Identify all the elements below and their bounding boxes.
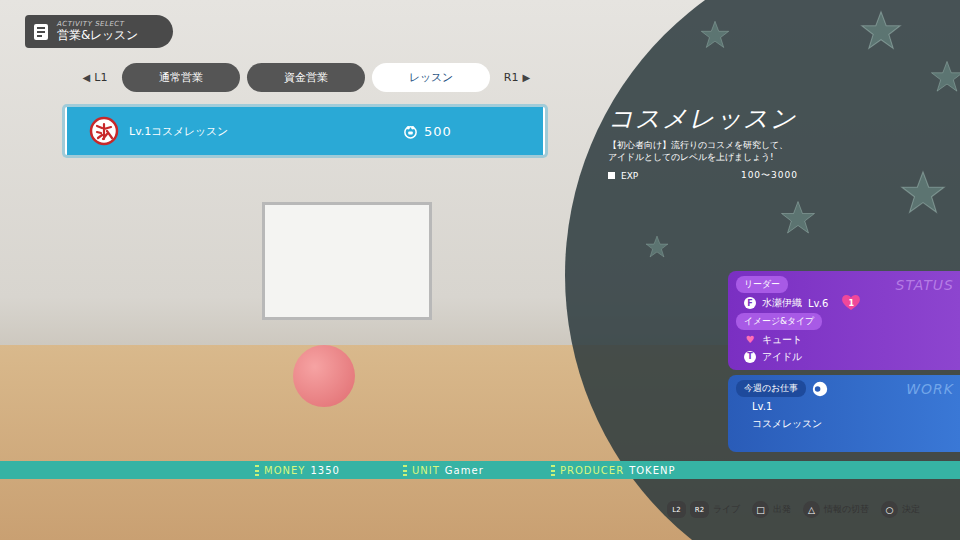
star-icon xyxy=(900,170,946,216)
info-label: PRODUCER xyxy=(560,465,624,476)
tab-bar: ◀L1 通常営業資金営業レッスン R1▶ xyxy=(75,63,570,92)
dots-icon xyxy=(403,465,407,476)
lesson-detail: コスメレッスン【初心者向け】流行りのコスメを研究して、アイドルとしてのレベルを上… xyxy=(570,0,960,182)
work-panel: 今週のお仕事 WORK Lv.1 コスメレッスン xyxy=(728,375,960,452)
header-texts: ACTIVITY SELECT営業&レッスン xyxy=(57,21,138,42)
button-key-icon: ○ xyxy=(881,501,898,518)
star-icon xyxy=(930,60,960,94)
tab[interactable]: レッスン xyxy=(372,63,490,92)
activity-select-screen: ACTIVITY SELECT営業&レッスン ◀L1 通常営業資金営業レッスン R1▶… xyxy=(0,0,960,540)
cost-value: 500 xyxy=(424,124,452,139)
image-type-label: イメージ&タイプ xyxy=(736,313,822,330)
tab[interactable]: 資金営業 xyxy=(247,63,365,92)
star-icon xyxy=(645,235,669,259)
info-value: 1350 xyxy=(310,465,339,476)
right-arrow-icon: ▶ xyxy=(522,72,530,83)
next-tab-button[interactable]: R1▶ xyxy=(497,71,537,84)
info-value: TOKENP xyxy=(629,465,675,476)
status-watermark: STATUS xyxy=(896,277,954,293)
work-head: 今週のお仕事 WORK xyxy=(736,380,954,397)
detail-description: 【初心者向け】流行りのコスメを研究して、アイドルとしてのレベルを上げましょう! xyxy=(608,139,950,163)
detail-title: コスメレッスン xyxy=(608,103,950,135)
main-area: ACTIVITY SELECT営業&レッスン ◀L1 通常営業資金営業レッスン R1▶… xyxy=(0,0,960,461)
dots-icon xyxy=(551,465,555,476)
info-item: MONEY 1350 xyxy=(255,465,403,476)
control-label: 決定 xyxy=(902,503,920,516)
info-item: UNIT Gamer xyxy=(403,465,551,476)
info-label: MONEY xyxy=(264,465,305,476)
lesson-name: Lv.1コスメレッスン xyxy=(129,124,228,139)
control-label: 出発 xyxy=(773,503,791,516)
control-label: 情報の切替 xyxy=(824,503,869,516)
control-hint[interactable]: △ 情報の切替 xyxy=(803,501,869,518)
whiteboard xyxy=(262,202,432,320)
lesson-cost: 500 xyxy=(403,124,529,139)
info-item: PRODUCER TOKENP xyxy=(551,465,676,476)
exp-range: 100〜3000 xyxy=(741,169,798,182)
tab[interactable]: 通常営業 xyxy=(122,63,240,92)
prev-key: L1 xyxy=(94,71,107,84)
heart-count: 1 xyxy=(848,299,854,308)
info-label: UNIT xyxy=(412,465,440,476)
lesson-item[interactable]: Lv.1コスメレッスン 500 xyxy=(65,107,545,155)
control-hints: L2R2 ライブ □ 出発 △ 情報の切替 ○ 決定 xyxy=(0,479,960,540)
control-hint[interactable]: L2R2 ライブ xyxy=(667,501,740,518)
leader-level: Lv.6 xyxy=(808,298,828,309)
cute-heart-icon: ♥ xyxy=(744,334,756,345)
detail-backdrop xyxy=(565,0,960,540)
control-hint[interactable]: □ 出発 xyxy=(752,501,791,518)
header-subtitle: ACTIVITY SELECT xyxy=(57,21,138,29)
exp-square-icon xyxy=(608,172,615,179)
heart-badge: 1 xyxy=(842,295,860,311)
left-column: ACTIVITY SELECT営業&レッスン ◀L1 通常営業資金営業レッスン R1▶… xyxy=(0,0,570,461)
type-value: アイドル xyxy=(762,350,802,364)
button-key-icon: L2 xyxy=(667,501,686,518)
type-badge: T xyxy=(744,351,756,363)
leader-name: 水瀬伊織 xyxy=(762,296,802,310)
work-watermark: WORK xyxy=(906,381,954,397)
status-panel: リーダー STATUS F 水瀬伊織 Lv.6 1 イメージ&タイプ ♥ キュート T アイドル xyxy=(728,271,960,370)
header: ACTIVITY SELECT営業&レッスン xyxy=(25,15,173,48)
status-head: リーダー STATUS xyxy=(736,276,954,293)
content: ACTIVITY SELECT営業&レッスン ◀L1 通常営業資金営業レッスン R1▶… xyxy=(0,0,960,540)
star-icon xyxy=(780,200,816,236)
work-label: 今週のお仕事 xyxy=(736,380,806,397)
header-title: 営業&レッスン xyxy=(57,29,138,42)
type-row: T アイドル xyxy=(736,349,954,364)
description-line: アイドルとしてのレベルを上げましょう! xyxy=(608,151,950,163)
description-line: 【初心者向け】流行りのコスメを研究して、 xyxy=(608,139,950,151)
control-label: ライブ xyxy=(713,503,740,516)
dots-icon xyxy=(255,465,259,476)
exp-row: EXP 100〜3000 xyxy=(608,169,798,182)
image-row: ♥ キュート xyxy=(736,332,954,347)
button-key-icon: □ xyxy=(752,501,769,518)
lesson-emblem-icon xyxy=(89,116,119,146)
work-level: Lv.1 xyxy=(736,399,954,414)
exp-label: EXP xyxy=(621,171,638,181)
star-icon xyxy=(860,10,902,52)
notebook-icon xyxy=(31,22,51,42)
star-icon xyxy=(700,20,730,50)
leader-badge: F xyxy=(744,297,756,309)
prev-tab-button[interactable]: ◀L1 xyxy=(75,71,115,84)
info-bar: MONEY 1350 UNIT Gamer PRODUCER TOKENP xyxy=(0,461,960,479)
next-key: R1 xyxy=(504,71,519,84)
control-hint[interactable]: ○ 決定 xyxy=(881,501,920,518)
image-value: キュート xyxy=(762,333,802,347)
left-arrow-icon: ◀ xyxy=(83,72,91,83)
exercise-ball xyxy=(293,345,355,407)
image-head: イメージ&タイプ xyxy=(736,313,954,330)
work-name: コスメレッスン xyxy=(736,416,954,431)
button-key-icon: △ xyxy=(803,501,820,518)
button-key-icon: R2 xyxy=(690,501,709,518)
leader-row: F 水瀬伊織 Lv.6 1 xyxy=(736,295,954,311)
leader-label: リーダー xyxy=(736,276,788,293)
info-value: Gamer xyxy=(445,465,484,476)
coin-icon xyxy=(403,124,418,139)
work-toggle-icon xyxy=(812,381,828,397)
right-column: コスメレッスン【初心者向け】流行りのコスメを研究して、アイドルとしてのレベルを上… xyxy=(570,0,960,461)
